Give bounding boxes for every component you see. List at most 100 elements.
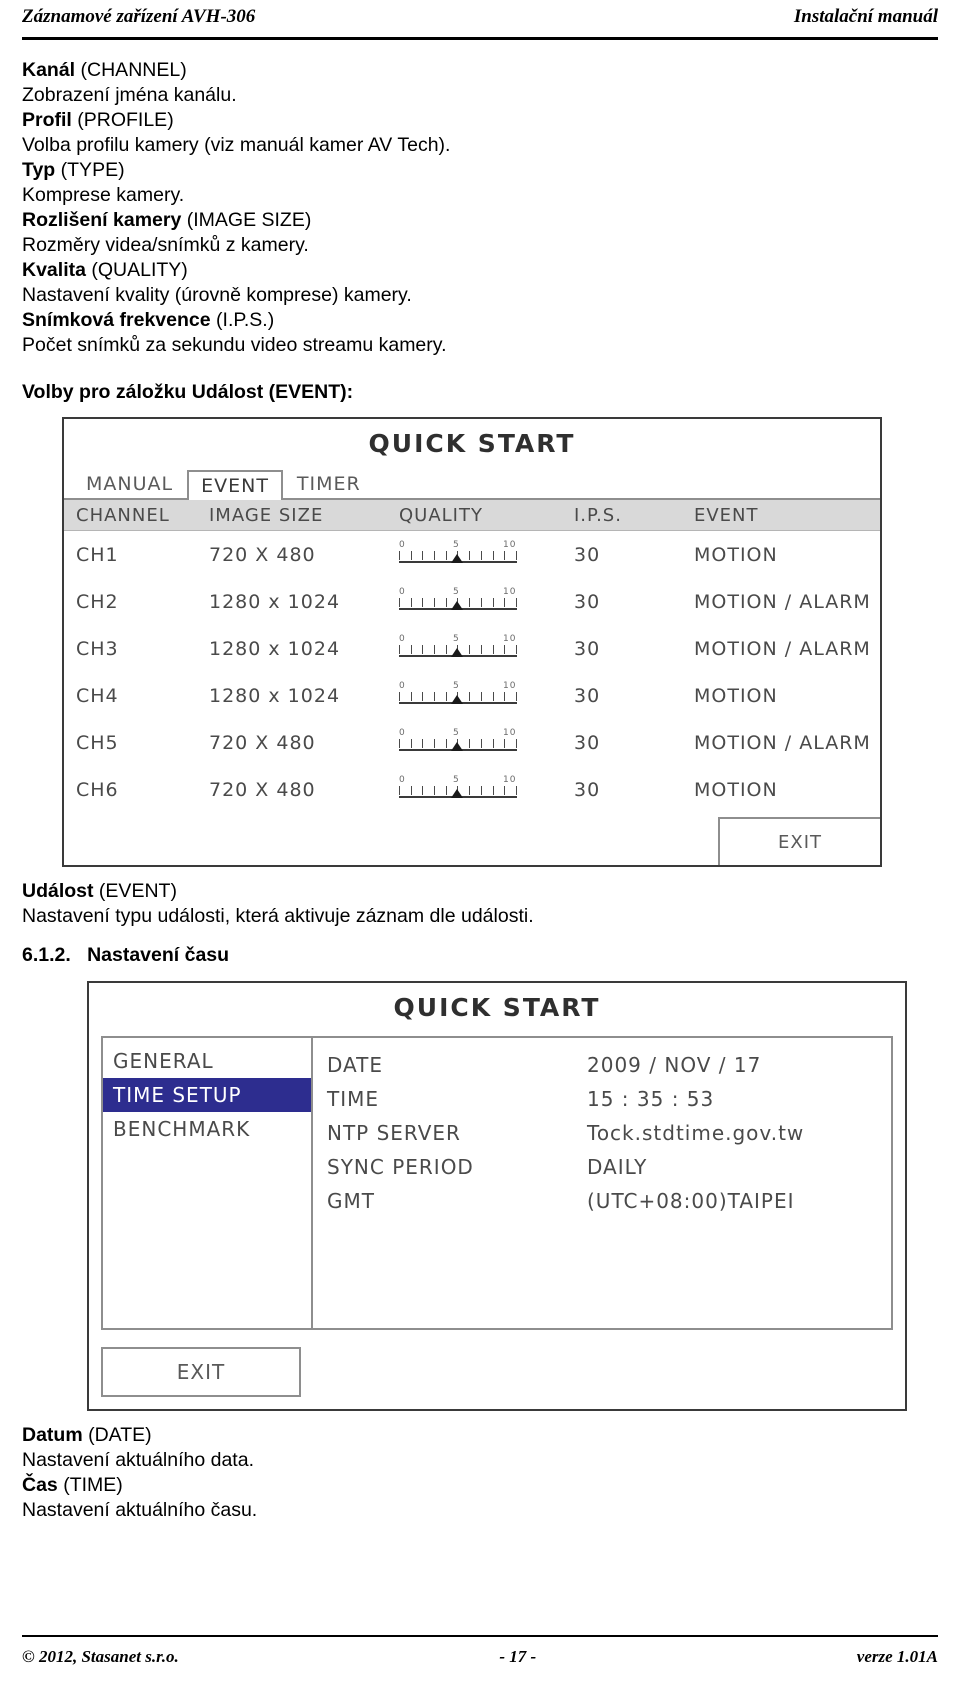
menu-item-general[interactable]: GENERAL: [103, 1044, 311, 1078]
time-panel-title: QUICK START: [393, 993, 601, 1022]
quality-scale-10: 10: [503, 633, 517, 644]
event-table-header: CHANNEL IMAGE SIZE QUALITY I.P.S. EVENT: [64, 500, 880, 531]
quality-slider-knob[interactable]: [451, 647, 463, 657]
field-label-gmt: GMT: [327, 1189, 375, 1213]
desc-rozliseni: Rozměry videa/snímků z kamery.: [22, 234, 309, 256]
table-row[interactable]: CH1 720 X 480 0 5 10 30 MOTION: [64, 531, 880, 578]
event-caption-term-rest: (EVENT): [93, 880, 177, 902]
term-rozliseni-rest: (IMAGE SIZE): [181, 209, 312, 231]
column-header-event: EVENT: [694, 504, 759, 526]
column-header-image-size: IMAGE SIZE: [209, 504, 324, 526]
quality-slider[interactable]: 0 5 10: [399, 775, 517, 805]
cell-image-size: 1280 x 1024: [209, 590, 341, 613]
tab-event[interactable]: EVENT: [187, 470, 283, 500]
date-caption-line1: Datum (DATE): [22, 1423, 938, 1448]
quality-scale-5: 5: [453, 727, 460, 738]
field-value-sync-period: DAILY: [587, 1155, 648, 1179]
cell-channel: CH5: [76, 731, 119, 754]
quality-scale-5: 5: [453, 539, 460, 550]
text-line: Počet snímků za sekundu video streamu ka…: [22, 333, 938, 358]
quality-slider-knob[interactable]: [451, 600, 463, 610]
date-caption-term-rest: (DATE): [82, 1424, 152, 1446]
cell-channel: CH4: [76, 684, 119, 707]
term-rozliseni: Rozlišení kamery: [22, 209, 182, 231]
document-page: Záznamové zařízení AVH-306 Instalační ma…: [0, 0, 960, 1681]
desc-profil: Volba profilu kamery (viz manuál kamer A…: [22, 134, 451, 156]
field-label-ntp-server: NTP SERVER: [327, 1121, 461, 1145]
quality-slider-knob[interactable]: [451, 788, 463, 798]
table-row[interactable]: CH3 1280 x 1024 0 5 10 30 MOTION / ALARM: [64, 625, 880, 672]
term-snimkova: Snímková frekvence: [22, 309, 211, 331]
field-value-ntp-server: Tock.stdtime.gov.tw: [587, 1121, 805, 1145]
text-line: Rozměry videa/snímků z kamery.: [22, 233, 938, 258]
table-row[interactable]: CH6 720 X 480 0 5 10 30 MOTION: [64, 766, 880, 813]
field-sync-period[interactable]: SYNC PERIOD DAILY: [327, 1150, 891, 1184]
quality-slider-knob[interactable]: [451, 741, 463, 751]
cell-quality[interactable]: 0 5 10: [399, 540, 574, 570]
table-row[interactable]: CH4 1280 x 1024 0 5 10 30 MOTION: [64, 672, 880, 719]
column-header-ips: I.P.S.: [574, 504, 622, 526]
cell-quality[interactable]: 0 5 10: [399, 634, 574, 664]
term-profil: Profil: [22, 109, 72, 131]
event-caption-term: Událost: [22, 880, 94, 902]
cell-quality[interactable]: 0 5 10: [399, 681, 574, 711]
cell-image-size: 1280 x 1024: [209, 637, 341, 660]
event-caption-line1: Událost (EVENT): [22, 879, 938, 904]
field-ntp-server[interactable]: NTP SERVER Tock.stdtime.gov.tw: [327, 1116, 891, 1150]
column-header-quality: QUALITY: [399, 504, 483, 526]
quality-slider[interactable]: 0 5 10: [399, 634, 517, 664]
text-line: Kanál (CHANNEL): [22, 58, 938, 83]
menu-item-time-setup[interactable]: TIME SETUP: [103, 1078, 311, 1112]
quality-scale-0: 0: [399, 586, 406, 597]
term-typ-rest: (TYPE): [55, 159, 125, 181]
quality-scale-5: 5: [453, 633, 460, 644]
cell-channel: CH1: [76, 543, 119, 566]
table-row[interactable]: CH5 720 X 480 0 5 10 30 MOTION / ALARM: [64, 719, 880, 766]
table-row[interactable]: CH2 1280 x 1024 0 5 10 30 MOTION / ALARM: [64, 578, 880, 625]
menu-item-benchmark[interactable]: BENCHMARK: [103, 1112, 311, 1146]
text-line: Nastavení kvality (úrovně komprese) kame…: [22, 283, 938, 308]
cell-channel: CH6: [76, 778, 119, 801]
term-kanal: Kanál: [22, 59, 76, 81]
tab-timer[interactable]: TIMER: [283, 468, 375, 498]
footer-version: verze 1.01A: [856, 1647, 938, 1666]
quality-slider[interactable]: 0 5 10: [399, 587, 517, 617]
term-kanal-rest: (CHANNEL): [75, 59, 187, 81]
quality-slider[interactable]: 0 5 10: [399, 728, 517, 758]
field-value-time: 15 : 35 : 53: [587, 1087, 715, 1111]
quick-start-time-setup-screenshot: QUICK START GENERAL TIME SETUP BENCHMARK…: [87, 981, 907, 1411]
cell-channel: CH2: [76, 590, 119, 613]
cell-quality[interactable]: 0 5 10: [399, 728, 574, 758]
quality-slider-knob[interactable]: [451, 694, 463, 704]
quality-scale-0: 0: [399, 539, 406, 550]
quality-slider-knob[interactable]: [451, 553, 463, 563]
field-time[interactable]: TIME 15 : 35 : 53: [327, 1082, 891, 1116]
cell-quality[interactable]: 0 5 10: [399, 587, 574, 617]
event-intro: Volby pro záložku Událost (EVENT):: [22, 381, 354, 403]
cell-quality[interactable]: 0 5 10: [399, 775, 574, 805]
exit-button[interactable]: EXIT: [101, 1347, 301, 1397]
event-caption-line2: Nastavení typu události, která aktivuje …: [22, 905, 534, 927]
quality-scale-5: 5: [453, 774, 460, 785]
quality-scale-10: 10: [503, 680, 517, 691]
exit-button[interactable]: EXIT: [718, 817, 880, 865]
field-gmt[interactable]: GMT (UTC+08:00)TAIPEI: [327, 1184, 891, 1218]
column-header-channel: CHANNEL: [76, 504, 170, 526]
quality-scale-0: 0: [399, 633, 406, 644]
tab-manual[interactable]: MANUAL: [72, 468, 187, 498]
quality-slider[interactable]: 0 5 10: [399, 540, 517, 570]
document-content: Kanál (CHANNEL) Zobrazení jména kanálu. …: [22, 58, 938, 1523]
event-panel-title: QUICK START: [368, 429, 576, 458]
desc-kanal: Zobrazení jména kanálu.: [22, 84, 237, 106]
text-line: Kvalita (QUALITY): [22, 258, 938, 283]
quality-scale-0: 0: [399, 680, 406, 691]
quality-scale-5: 5: [453, 680, 460, 691]
time-panel-menu: GENERAL TIME SETUP BENCHMARK: [101, 1036, 313, 1330]
quality-slider[interactable]: 0 5 10: [399, 681, 517, 711]
field-date[interactable]: DATE 2009 / NOV / 17: [327, 1048, 891, 1082]
desc-kvalita: Nastavení kvality (úrovně komprese) kame…: [22, 284, 412, 306]
time-panel-fields: DATE 2009 / NOV / 17 TIME 15 : 35 : 53 N…: [313, 1036, 893, 1330]
quick-start-event-screenshot: QUICK START MANUAL EVENT TIMER CHANNEL I…: [62, 417, 882, 867]
quality-scale-10: 10: [503, 774, 517, 785]
cell-event: MOTION: [694, 778, 778, 801]
